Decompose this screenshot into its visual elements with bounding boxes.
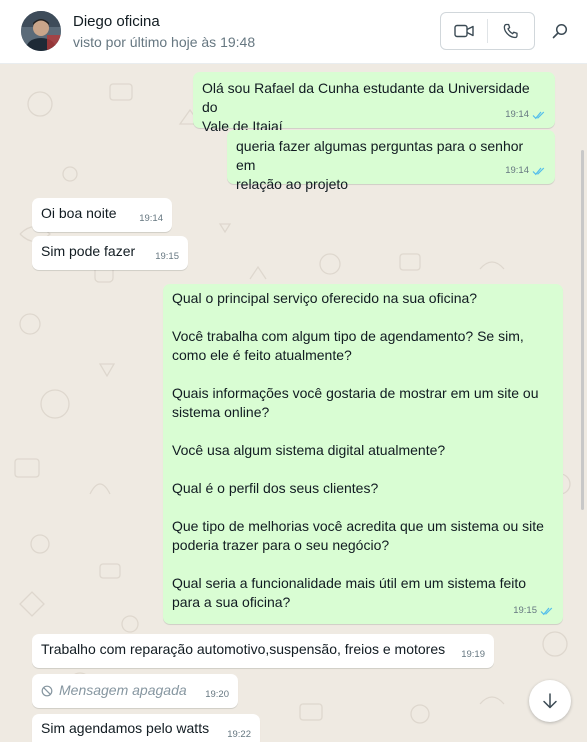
message-meta: 19:15 xyxy=(155,247,179,266)
chat-header: Diego oficina visto por último hoje às 1… xyxy=(0,0,587,64)
chevron-down-icon xyxy=(543,693,557,709)
message-meta: 19:19 xyxy=(461,645,485,664)
message-meta: 19:15 xyxy=(513,601,554,620)
contact-name[interactable]: Diego oficina xyxy=(73,13,160,30)
voice-call-button[interactable] xyxy=(488,13,534,49)
scrollbar[interactable] xyxy=(581,150,584,510)
message-time: 19:15 xyxy=(155,251,179,262)
message-time: 19:20 xyxy=(205,689,229,700)
message-text: queria fazer algumas perguntas para o se… xyxy=(236,138,524,192)
message-incoming[interactable]: Sim pode fazer 19:15 xyxy=(32,236,188,270)
message-outgoing[interactable]: queria fazer algumas perguntas para o se… xyxy=(227,130,555,192)
message-time: 19:15 xyxy=(513,605,537,616)
message-list[interactable]: Olá sou Rafael da Cunha estudante da Uni… xyxy=(0,64,587,742)
scroll-to-bottom-button[interactable] xyxy=(529,680,571,722)
double-check-icon xyxy=(540,607,553,615)
message-text: Sim agendamos pelo watts xyxy=(41,720,210,736)
message-meta: 19:14 xyxy=(139,209,163,228)
message-deleted[interactable]: Mensagem apagada 19:20 xyxy=(32,674,238,708)
last-seen-status: visto por último hoje às 19:48 xyxy=(73,34,256,50)
video-call-button[interactable] xyxy=(441,13,487,49)
message-text: Trabalho com reparação automotivo,suspen… xyxy=(41,641,446,657)
message-incoming[interactable]: Oi boa noite 19:14 xyxy=(32,198,172,232)
video-camera-icon xyxy=(454,24,474,38)
search-icon xyxy=(552,23,568,39)
avatar[interactable] xyxy=(21,11,61,51)
message-time: 19:22 xyxy=(227,729,251,740)
double-check-icon xyxy=(532,167,545,175)
message-time: 19:19 xyxy=(461,649,485,660)
message-incoming[interactable]: Sim agendamos pelo watts 19:22 xyxy=(32,714,260,742)
phone-icon xyxy=(503,23,518,39)
message-meta: 19:14 xyxy=(505,105,546,124)
deleted-message-content: Mensagem apagada xyxy=(41,681,229,700)
prohibited-icon xyxy=(41,685,53,696)
message-text: Qual o principal serviço oferecido na su… xyxy=(172,290,544,610)
message-meta: 19:22 xyxy=(227,725,251,742)
message-outgoing[interactable]: Olá sou Rafael da Cunha estudante da Uni… xyxy=(193,72,555,134)
double-check-icon xyxy=(532,111,545,119)
message-outgoing[interactable]: Qual o principal serviço oferecido na su… xyxy=(163,284,563,624)
message-time: 19:14 xyxy=(505,165,529,176)
message-time: 19:14 xyxy=(505,109,529,120)
message-time: 19:14 xyxy=(139,213,163,224)
call-buttons xyxy=(440,12,535,50)
message-incoming[interactable]: Trabalho com reparação automotivo,suspen… xyxy=(32,634,494,668)
search-button[interactable] xyxy=(548,19,572,43)
message-text: Olá sou Rafael da Cunha estudante da Uni… xyxy=(202,80,530,134)
message-text: Mensagem apagada xyxy=(59,682,187,698)
message-meta: 19:14 xyxy=(505,161,546,180)
message-meta: 19:20 xyxy=(205,685,229,704)
